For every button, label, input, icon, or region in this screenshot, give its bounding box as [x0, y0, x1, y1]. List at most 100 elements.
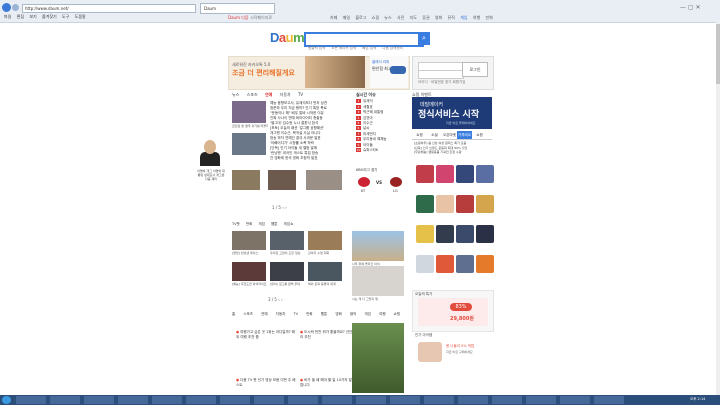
person-ad-face[interactable]: [204, 140, 216, 154]
taskbar-item[interactable]: [560, 396, 590, 404]
product-tile[interactable]: [436, 255, 454, 273]
bottom-tab[interactable]: 영화: [335, 312, 341, 316]
video-caption[interactable]: 강아지 수영 대회: [308, 251, 344, 255]
menu-file[interactable]: 파일: [4, 14, 11, 19]
login-help-links[interactable]: 아이디 · 비밀번호 찾기 회원가입: [418, 80, 465, 85]
tab-webtoon[interactable]: 웹툰: [271, 222, 277, 226]
forward-icon[interactable]: [12, 4, 19, 11]
search-link-1[interactable]: 원클릭 검색: [308, 46, 325, 50]
tab-game[interactable]: 게임: [258, 222, 264, 226]
taskbar-item[interactable]: [186, 396, 216, 404]
taskbar-item[interactable]: [526, 396, 556, 404]
menu-tools[interactable]: 도구: [62, 14, 69, 19]
news-thumb-4[interactable]: [268, 170, 296, 190]
taskbar-item[interactable]: [424, 396, 454, 404]
video-caption[interactable]: [예능] 무한도전 하이라이트: [232, 282, 268, 286]
service-blog[interactable]: 블로그: [355, 15, 366, 20]
scrollbar-thumb[interactable]: [716, 24, 720, 84]
taskbar-item[interactable]: [288, 396, 318, 404]
news-thumb-1[interactable]: [232, 101, 266, 123]
news-thumb-2[interactable]: [232, 133, 266, 155]
video-thumb[interactable]: [308, 231, 342, 250]
login-button[interactable]: 로그인: [462, 62, 488, 77]
back-icon[interactable]: [2, 3, 11, 12]
product-tile[interactable]: [476, 165, 494, 183]
service-dict[interactable]: 사전: [397, 15, 404, 20]
ad-photo[interactable]: [305, 56, 365, 88]
video-thumb[interactable]: [270, 231, 304, 250]
bottom-tab[interactable]: 음악: [350, 312, 356, 316]
taskbar-item[interactable]: [84, 396, 114, 404]
service-movie[interactable]: 영화: [435, 15, 442, 20]
product-tile[interactable]: [476, 195, 494, 213]
shop-tab[interactable]: 쇼핑: [412, 131, 427, 139]
taskbar-item[interactable]: [356, 396, 386, 404]
person-ad-body[interactable]: [200, 152, 220, 166]
news-pager[interactable]: 1 / 5 ‹ ›: [272, 205, 287, 210]
service-mail[interactable]: 메일: [343, 15, 350, 20]
qa-item[interactable]: ● 다음 TV 팟 인기 영상 모음 이번 주 베스트: [236, 378, 296, 388]
product-tile[interactable]: [456, 225, 474, 243]
taskbar-item[interactable]: [390, 396, 420, 404]
service-music[interactable]: 뮤직: [448, 15, 455, 20]
login-password-field[interactable]: [418, 70, 464, 79]
photo-card-1[interactable]: [352, 231, 404, 261]
news-headline[interactable]: 칸 영화제 한국 영화 초청작 발표: [270, 156, 350, 161]
start-page-link[interactable]: 시작페이지로: [250, 15, 272, 21]
product-tile[interactable]: [456, 255, 474, 273]
product-tile[interactable]: [416, 255, 434, 273]
video-caption[interactable]: [클립] 런닝맨 레이스: [232, 251, 268, 255]
bottom-tab[interactable]: 쇼핑: [394, 312, 400, 316]
bottom-photo[interactable]: [352, 323, 404, 393]
taskbar-item[interactable]: [254, 396, 284, 404]
taskbar-item[interactable]: [50, 396, 80, 404]
tab-car[interactable]: 자동차: [280, 92, 291, 97]
search-link-3[interactable]: 빠른 검색: [362, 46, 376, 50]
bottom-tab[interactable]: 홈: [232, 312, 235, 316]
tab-news[interactable]: 뉴스: [232, 92, 239, 97]
product-tile[interactable]: [456, 195, 474, 213]
video-pager[interactable]: 3 / 5 ‹ ›: [268, 297, 283, 302]
search-button[interactable]: ⌕: [418, 32, 430, 45]
tab-entertainment[interactable]: 연예: [265, 92, 272, 97]
product-tile[interactable]: [416, 195, 434, 213]
daum-logo[interactable]: Daum: [270, 30, 305, 45]
photo-card-2[interactable]: [352, 266, 404, 296]
product-tile[interactable]: [456, 165, 474, 183]
video-thumb[interactable]: [232, 262, 266, 281]
product-tile[interactable]: [476, 255, 494, 273]
bottom-tab[interactable]: 연예: [261, 312, 267, 316]
bottom-tab[interactable]: 여행: [379, 312, 385, 316]
menu-favorites[interactable]: 즐겨찾기: [42, 14, 57, 19]
daum-home-link[interactable]: Daum 다음: [228, 15, 249, 21]
taskbar-item[interactable]: [118, 396, 148, 404]
bottom-tab[interactable]: TV: [294, 312, 299, 316]
news-thumb-3[interactable]: [232, 170, 260, 190]
tab-gameshow[interactable]: 게임쇼: [284, 222, 294, 226]
menu-help[interactable]: 도움말: [75, 14, 86, 19]
search-link-4[interactable]: 다음 검색센터: [382, 46, 402, 50]
bottom-tab[interactable]: 웹툰: [321, 312, 327, 316]
video-thumb[interactable]: [270, 262, 304, 281]
product-tile[interactable]: [416, 225, 434, 243]
video-thumb[interactable]: [308, 262, 342, 281]
search-link-2[interactable]: 모든 메이커 검색: [331, 46, 356, 50]
bottom-tab[interactable]: 스포츠: [243, 312, 253, 316]
person-ad-caption[interactable]: 이명박 개그 이명박 대통령 성대모사 개그맨 다음 재미: [197, 169, 225, 181]
service-travel[interactable]: 여행: [473, 15, 480, 20]
service-comic[interactable]: 만화: [486, 15, 493, 20]
video-caption[interactable]: 해외 토픽 동물의 세계: [308, 282, 344, 286]
service-stock[interactable]: 증권: [422, 15, 429, 20]
qa-item[interactable]: ● 비가 올 때 해야 할 일 10가지 알려드립니다: [300, 378, 360, 388]
tab-tvpot[interactable]: TV팟: [232, 222, 240, 226]
address-bar[interactable]: http://www.daum.net/: [22, 4, 196, 13]
service-shopping[interactable]: 쇼핑: [372, 15, 379, 20]
service-map[interactable]: 지도: [410, 15, 417, 20]
shop-tab[interactable]: 소셜: [427, 131, 442, 139]
shop-line[interactable]: [무료배송] 캠핑용품 기획전 한정 수량: [414, 150, 492, 155]
service-news[interactable]: 뉴스: [384, 15, 391, 20]
taskbar-item[interactable]: [458, 396, 488, 404]
taskbar-item[interactable]: [152, 396, 182, 404]
bottom-tab[interactable]: 자동차: [276, 312, 286, 316]
video-caption[interactable]: 우리집 고양이 흔한 일상: [270, 251, 306, 255]
